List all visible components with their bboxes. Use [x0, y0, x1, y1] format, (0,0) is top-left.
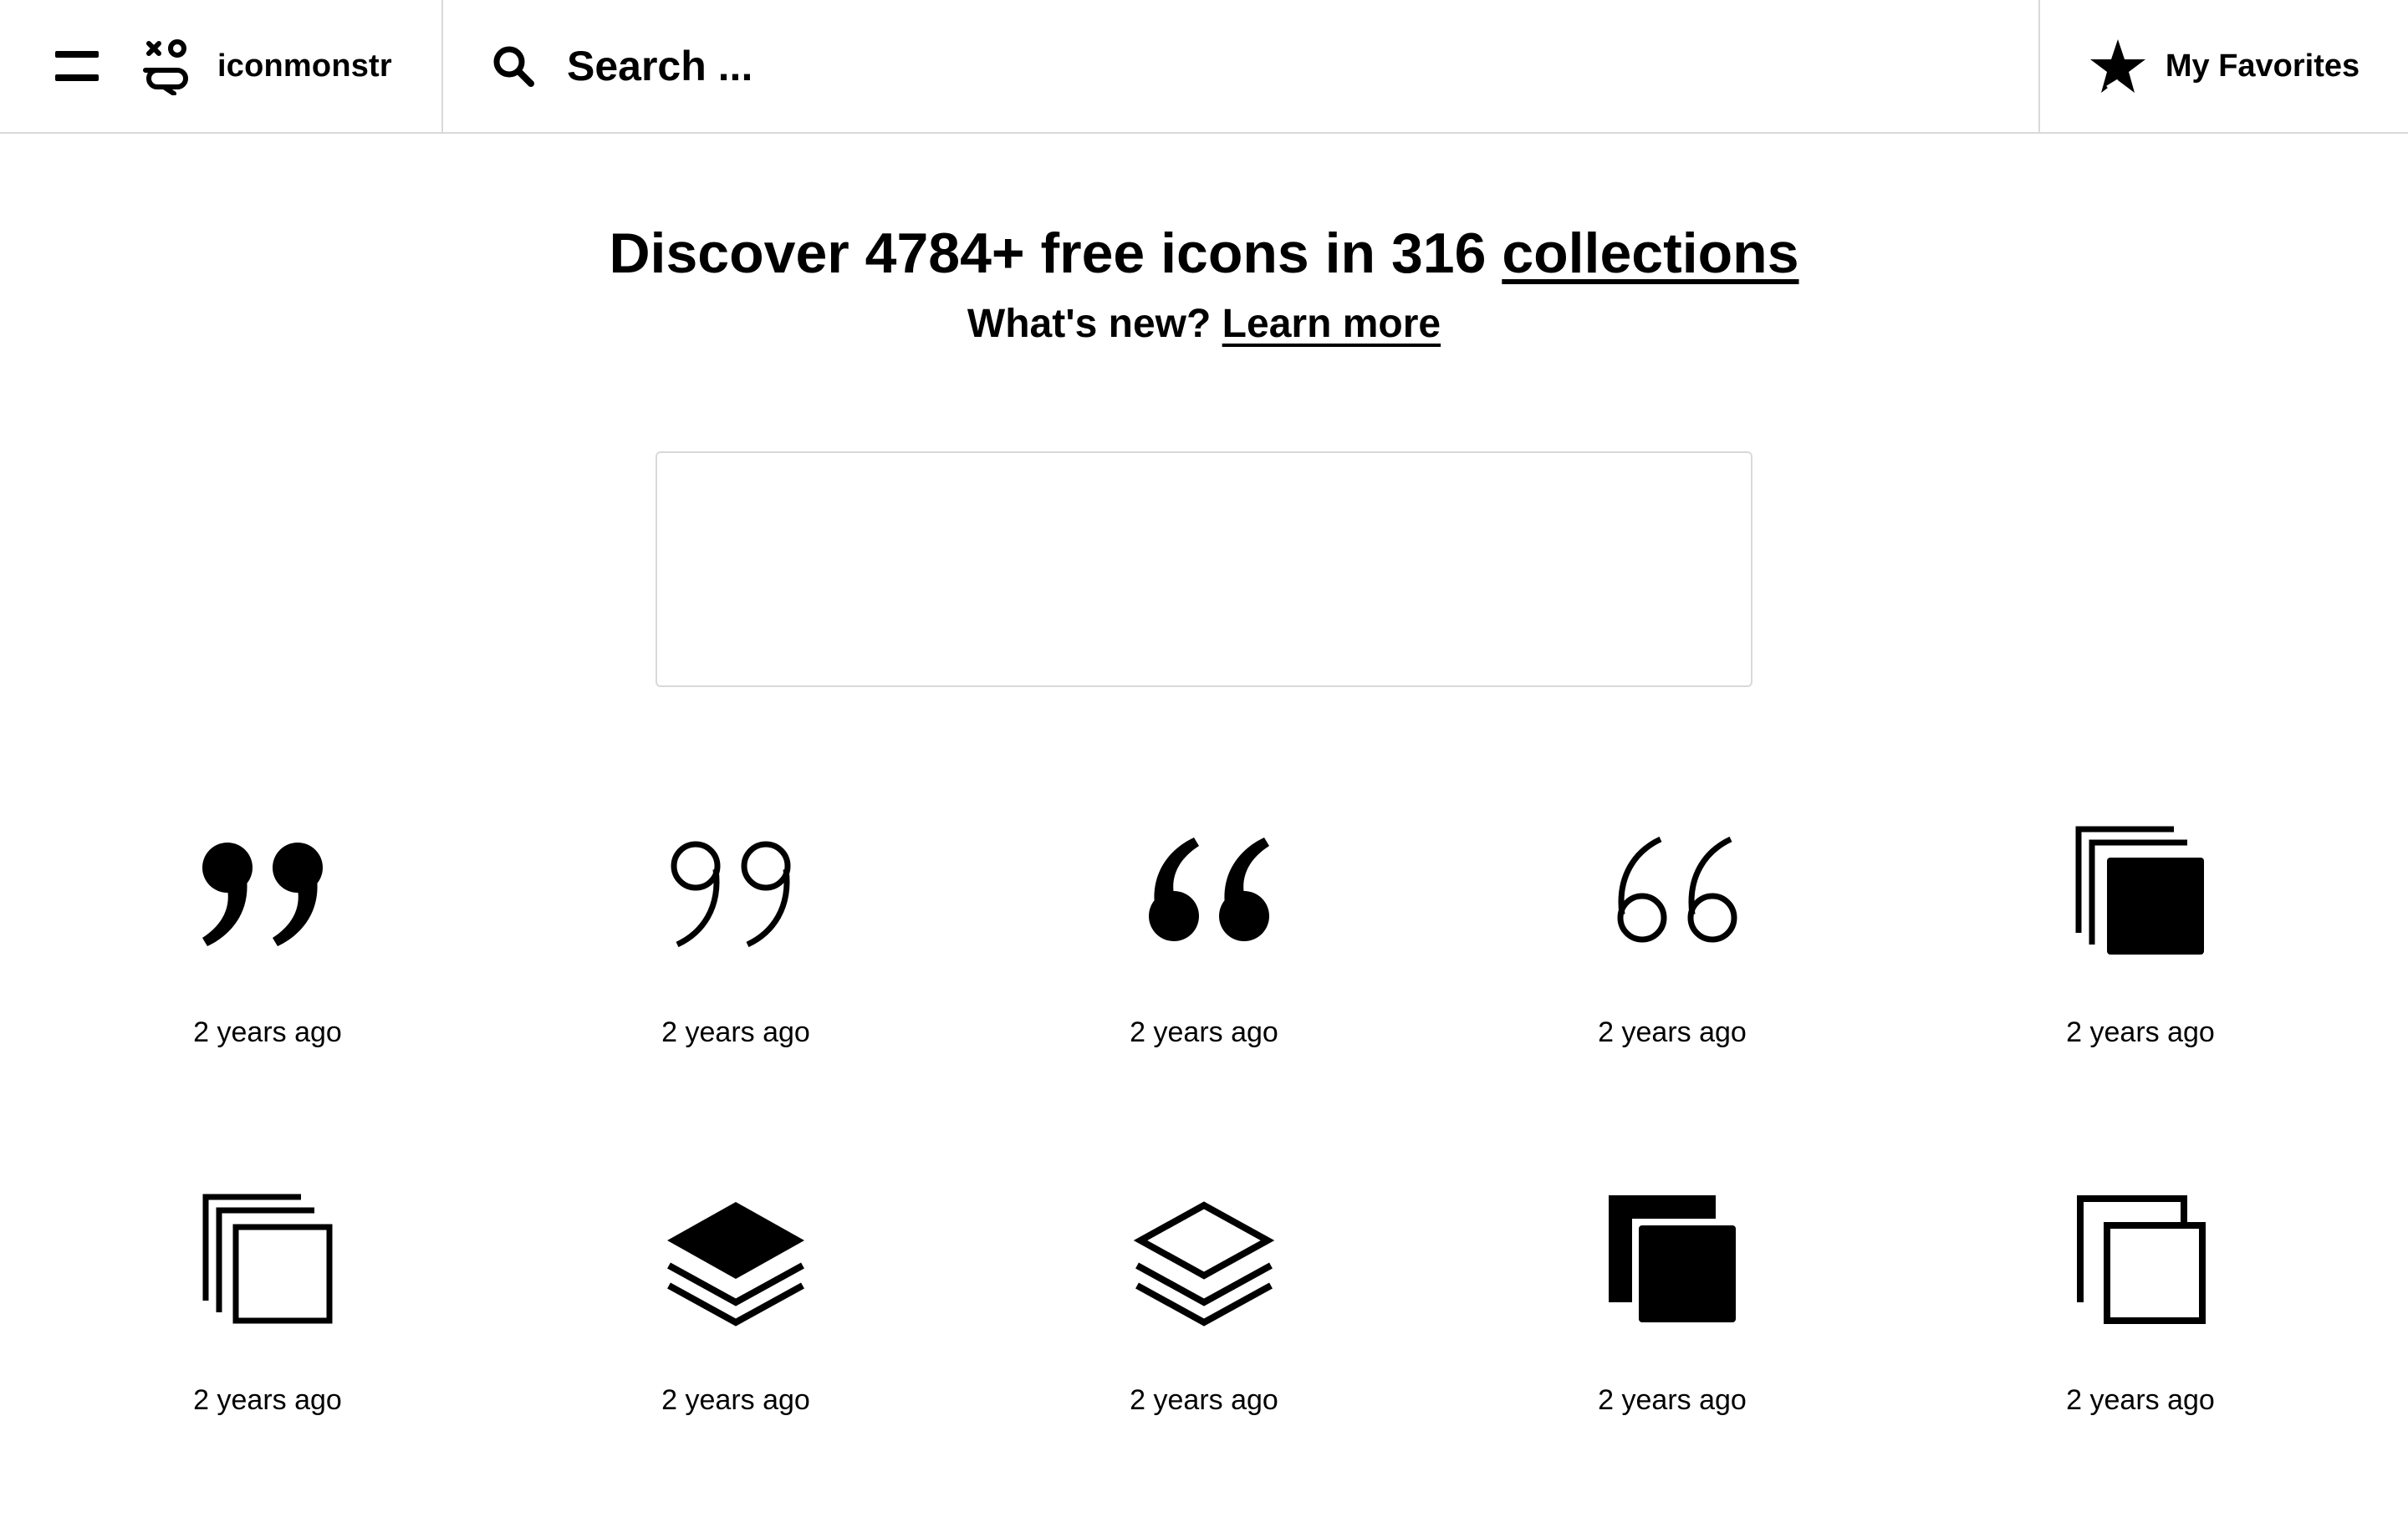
whats-new-text: What's new?	[967, 302, 1222, 346]
icon-tile[interactable]: 2 years ago	[1438, 1170, 1906, 1538]
copy-outline-icon	[2077, 1195, 2206, 1324]
collections-link[interactable]: collections	[1502, 222, 1798, 285]
icon-tile[interactable]: 2 years ago	[970, 1170, 1438, 1538]
icon-tile[interactable]: 2 years ago	[502, 1170, 970, 1538]
quote-close-filled-icon	[202, 843, 323, 946]
icon-tile[interactable]: 2 years ago	[33, 1170, 502, 1538]
ad-placeholder	[656, 451, 1752, 687]
search-icon[interactable]	[492, 44, 535, 88]
icon-grid: 2 years ago 2 years ago 2 years ago 2 ye…	[0, 802, 2408, 1538]
icon-age-label: 2 years ago	[661, 1016, 810, 1048]
top-bar: iconmonstr My Favorites	[0, 0, 2408, 134]
brand-area: iconmonstr	[0, 0, 443, 132]
stacked-squares-outline-icon	[202, 1194, 333, 1324]
quote-open-filled-icon	[1149, 838, 1269, 941]
brand-name: iconmonstr	[217, 48, 392, 84]
icon-age-label: 2 years ago	[193, 1016, 342, 1048]
icon-age-label: 2 years ago	[661, 1384, 810, 1416]
icon-age-label: 2 years ago	[2066, 1384, 2215, 1416]
my-favorites-button[interactable]: My Favorites	[2038, 0, 2408, 132]
hamburger-menu-icon[interactable]	[55, 51, 99, 81]
icon-age-label: 2 years ago	[193, 1384, 342, 1416]
stacked-squares-filled-icon	[2075, 826, 2204, 955]
star-icon	[2089, 39, 2145, 93]
search-area	[443, 0, 2038, 132]
learn-more-link[interactable]: Learn more	[1222, 302, 1441, 346]
icon-tile[interactable]: 2 years ago	[33, 802, 502, 1170]
layers-outline-icon	[1133, 1201, 1275, 1327]
whats-new-line: What's new? Learn more	[0, 298, 2408, 351]
page-title: Discover 4784+ free icons in 316 collect…	[0, 216, 2408, 291]
quote-close-outline-icon	[671, 841, 791, 948]
favorites-label: My Favorites	[2165, 48, 2360, 84]
search-input[interactable]	[565, 41, 1823, 91]
quote-open-outline-icon	[1617, 836, 1737, 943]
iconmonstr-logo-icon	[143, 39, 188, 95]
icon-age-label: 2 years ago	[1598, 1384, 1747, 1416]
icon-tile[interactable]: 2 years ago	[502, 802, 970, 1170]
icon-age-label: 2 years ago	[1130, 1384, 1278, 1416]
icon-tile[interactable]: 2 years ago	[1906, 802, 2375, 1170]
logo[interactable]: iconmonstr	[140, 37, 392, 95]
icon-age-label: 2 years ago	[1130, 1016, 1278, 1048]
layers-filled-icon	[667, 1202, 804, 1327]
title-text: Discover 4784+ free icons in 316	[609, 222, 1502, 285]
icon-tile[interactable]: 2 years ago	[970, 802, 1438, 1170]
icon-tile[interactable]: 2 years ago	[1438, 802, 1906, 1170]
icon-age-label: 2 years ago	[2066, 1016, 2215, 1048]
copy-filled-icon	[1609, 1195, 1736, 1322]
icon-age-label: 2 years ago	[1598, 1016, 1747, 1048]
icon-tile[interactable]: 2 years ago	[1906, 1170, 2375, 1538]
